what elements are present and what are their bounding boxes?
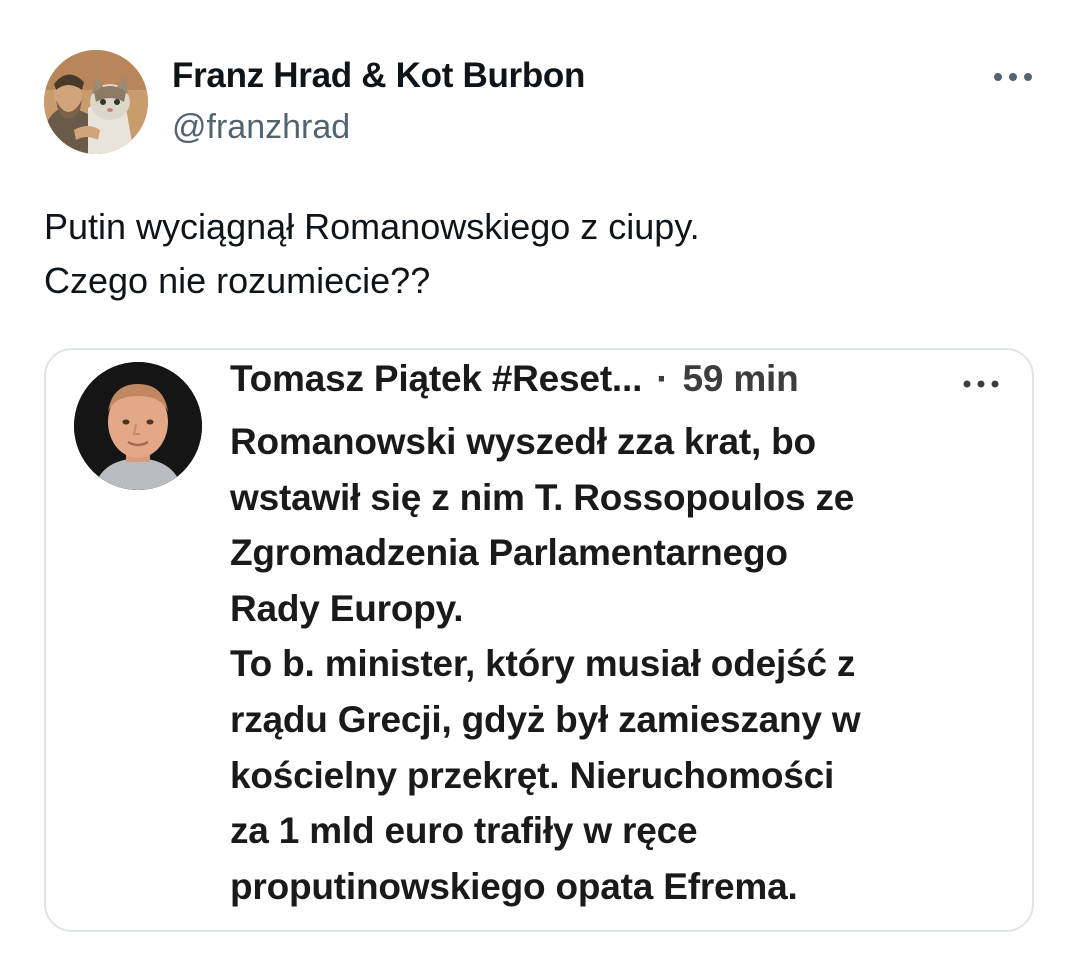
embedded-body-line: wstawił się z nim T. Rossopoulos ze [230,476,855,518]
embedded-body-line: proputinowskiego opata Efrema. [230,865,798,907]
embedded-post-body: Romanowski wyszedł zza krat, bo wstawił … [230,414,1030,914]
tweet-text-line: Putin wyciągnął Romanowskiego z ciupy. [44,206,700,247]
embedded-body-line: Rady Europy. [230,587,464,629]
embedded-author-avatar [74,362,202,490]
author-display-name[interactable]: Franz Hrad & Kot Burbon [172,56,585,96]
embedded-body-line: To b. minister, który musiał odejść z [230,643,856,685]
embedded-body-line: za 1 mld euro trafiły w ręce [230,810,698,852]
embedded-image-card[interactable]: Tomasz Piątek #Reset... · 59 min Romanow… [44,348,1034,932]
avatar-man-with-cat-icon [44,50,148,154]
tweet-text: Putin wyciągnął Romanowskiego z ciupy. C… [44,200,1034,308]
embedded-post-header: Tomasz Piątek #Reset... · 59 min [230,358,799,400]
embedded-body-line: rządu Grecji, gdyż był zamieszany w [230,698,861,740]
embedded-timestamp: 59 min [682,358,799,399]
embedded-body-line: Romanowski wyszedł zza krat, bo [230,421,816,462]
author-handle[interactable]: @franzhrad [172,108,350,147]
ellipsis-icon [963,380,999,388]
tweet-text-line: Czego nie rozumiecie?? [44,260,431,301]
header-separator: · [656,358,669,399]
ellipsis-icon [994,73,1032,81]
embedded-body-line: kościelny przekręt. Nieruchomości [230,754,835,796]
embedded-body-line: Zgromadzenia Parlamentarnego [230,532,788,574]
embedded-more-icon-wrap [958,372,1004,396]
author-avatar[interactable] [44,50,148,154]
avatar-portrait-icon [74,362,202,490]
more-options-button[interactable] [990,62,1036,92]
embedded-author-name: Tomasz Piątek #Reset... [230,358,643,399]
